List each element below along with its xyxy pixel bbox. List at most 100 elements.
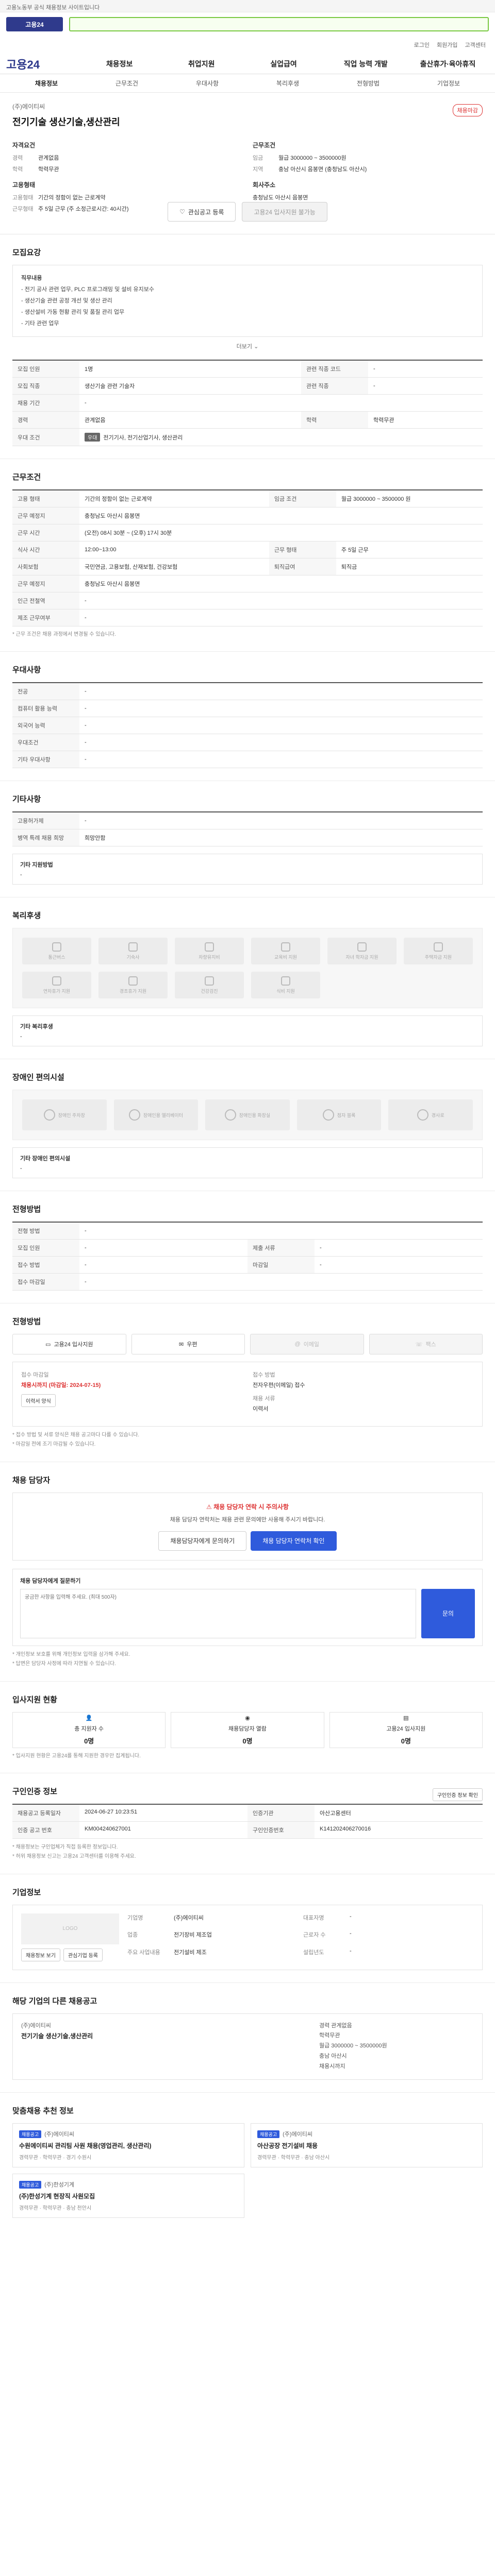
recommend-card[interactable]: 채용공고 (주)에이티씨 수원에이티씨 관리팀 사원 채용(영업관리, 생산관리)…: [12, 2123, 244, 2167]
recommend-card[interactable]: 채용공고 (주)에이티씨 아산공장 전기설비 채용 경력무관 · 학력무관 · 충…: [251, 2123, 483, 2167]
welfare-item: 식비 지원: [251, 972, 320, 998]
gnb-item-leave[interactable]: 출산휴가·육아휴직: [407, 59, 489, 69]
table-value: -: [79, 1239, 248, 1257]
recommend-title[interactable]: 아산공장 전기설비 채용: [257, 2141, 476, 2150]
verify-button[interactable]: 구인인증 정보 확인: [432, 1788, 483, 1801]
reg-cell: 채용공고 등록일자 2024-06-27 10:23:51: [12, 1804, 248, 1822]
summary-key: 근무형태: [12, 206, 34, 212]
resume-form-button[interactable]: 이력서 양식: [21, 1394, 56, 1407]
screening-section: 전형방법 전형 방법 - 모집 인원 - 제출 서류 - 접수 방법 - 마감일 - 접수 마…: [0, 1191, 495, 1303]
summary-heading: 회사주소: [253, 181, 276, 189]
table-row: 전형 방법 -: [12, 1222, 483, 1240]
method-label: 팩스: [425, 1342, 436, 1348]
section-title: 입사지원 현황: [12, 1695, 57, 1704]
section-title: 구인인증 정보: [12, 1787, 57, 1796]
tab-recruit[interactable]: 채용정보: [6, 79, 87, 88]
more-link[interactable]: 더보기 ⌄: [12, 342, 483, 350]
tab-welfare[interactable]: 복리후생: [248, 79, 328, 88]
table-key: 근무 예정지: [12, 507, 79, 524]
reg-cell: 인증기관 아산고용센터: [248, 1804, 483, 1822]
method-email[interactable]: @ 이메일: [250, 1334, 364, 1354]
method-mail[interactable]: ✉ 우편: [131, 1334, 245, 1354]
signup-link[interactable]: 회원가입: [437, 41, 457, 49]
table-key: 외국어 능력: [12, 717, 79, 734]
etc-welfare-box: 기타 복리후생 -: [12, 1015, 483, 1046]
recommend-title[interactable]: 수원에이티씨 관리팀 사원 채용(영업관리, 생산관리): [19, 2141, 238, 2150]
help-link[interactable]: 고객센터: [465, 41, 486, 49]
section-title: 전형방법: [12, 1205, 41, 1214]
gnb-brand[interactable]: 고용24: [6, 56, 78, 72]
more-label: 더보기: [236, 344, 253, 350]
method-fax[interactable]: ☏ 팩스: [369, 1334, 483, 1354]
disability-label: 경사로: [431, 1112, 444, 1118]
etc-value: -: [20, 1033, 22, 1040]
section-tabs: 채용정보 근무조건 우대사항 복리후생 전형방법 기업정보: [0, 74, 495, 93]
table-row: 근무 예정지 충청남도 아산시 음봉면: [12, 575, 483, 592]
table-key: 접수 방법: [12, 1256, 79, 1274]
related-title[interactable]: 전기기술 생산기술,생산관리: [21, 2031, 93, 2040]
search-input[interactable]: [69, 17, 489, 31]
company-value: -: [350, 1913, 352, 1920]
table-key: 컴퓨터 활용 능력: [12, 700, 79, 717]
related-job-card[interactable]: (주)에이티씨 전기기술 생산기술,생산관리 경력 관계없음 학력무관 월급 3…: [12, 2013, 483, 2080]
table-key: 접수 마감일: [12, 1273, 79, 1291]
recommend-title[interactable]: (주)한성기계 현장직 사원모집: [19, 2192, 238, 2200]
company-buttons: 채용정보 보기 관심기업 등록: [21, 1948, 119, 1961]
gnb-item-training[interactable]: 직업 능력 개발: [325, 59, 407, 69]
table-value: 관계없음: [79, 411, 302, 429]
tab-conditions[interactable]: 근무조건: [87, 79, 167, 88]
related-meta: 경력 관계없음 학력무관 월급 3000000 ~ 3500000원 충남 아산…: [319, 2021, 474, 2072]
gnb-item-jobs[interactable]: 채용정보: [78, 59, 160, 69]
tab-screening[interactable]: 전형방법: [328, 79, 408, 88]
preferred-tag: 우대: [85, 433, 101, 442]
contact-section: 채용 담당자 ⚠ 채용 담당자 연락 시 주의사항 채용 담당자 연락처는 채용…: [0, 1462, 495, 1682]
summary-row: 충청남도 아산시 음봉면: [253, 193, 483, 201]
related-meta-item: 충남 아산시: [319, 2053, 347, 2060]
table-key: 모집 인원: [12, 360, 79, 378]
job-title: 전기기술 생산기술,생산관리: [12, 117, 120, 127]
disability-label: 장애인 주차장: [58, 1112, 85, 1118]
extra-section: 기타사항 고용허가제 - 병역 특례 채용 희망 희망안함 기타 지원방법 -: [0, 781, 495, 897]
company-jobs-button[interactable]: 채용정보 보기: [21, 1948, 60, 1961]
apply-docs-value: 이력서: [253, 1406, 269, 1412]
related-meta-item: 경력 관계없음: [319, 2022, 352, 2029]
login-link[interactable]: 로그인: [414, 41, 430, 49]
summary-row: 근무형태 주 5일 근무 (주 소정근로시간: 40시간): [12, 205, 242, 213]
gnb-item-support[interactable]: 취업지원: [160, 59, 242, 69]
inquiry-input[interactable]: [20, 1588, 416, 1638]
gnb-item-benefits[interactable]: 실업급여: [242, 59, 324, 69]
table-key: 제조 근무여부: [12, 609, 79, 626]
table-value: -: [79, 609, 483, 626]
tab-preferences[interactable]: 우대사항: [167, 79, 248, 88]
summary-value: 주 5일 근무 (주 소정근로시간: 40시간): [38, 206, 129, 212]
method-online[interactable]: ▭ 고용24 입사지원: [12, 1334, 126, 1354]
job-summary: 자격요건 경력 관계없음 학력 학력무관 고용형태 고용형태 기간의 정함이 없는 근…: [12, 141, 483, 216]
summary-row: 경력 관계없음: [12, 154, 242, 162]
job-header: (주)에이티씨 전기기술 생산기술,생산관리 채용마감 자격요건 경력 관계없음 …: [0, 93, 495, 212]
conditions-table: 모집 인원 1명 관련 직종 코드 - 모집 직종 생산기술 관련 기술자 관련 직종 - …: [12, 360, 483, 446]
work-section: 근무조건 고용 형태 기간의 정함이 없는 근로계약 임금 조건 월급 3000000…: [0, 459, 495, 652]
follow-company-button[interactable]: 관심기업 등록: [63, 1948, 103, 1961]
table-row: 식사 시간 12:00~13:00 근무 형태 주 5일 근무: [12, 541, 483, 558]
etc-title: 기타 지원방법: [20, 862, 53, 868]
show-contact-button[interactable]: 채용 담당자 연락처 확인: [251, 1531, 337, 1551]
duty-line: 직무내용: [21, 275, 42, 281]
apply-method-col: 접수 방법 전자우편(이메일) 접수 채용 서류 이력서: [253, 1370, 474, 1418]
site-logo[interactable]: 고용24: [6, 17, 63, 31]
table-key: 전공: [12, 683, 79, 700]
home-icon: [128, 942, 138, 952]
table-key: 채용 기간: [12, 394, 79, 412]
welfare-label: 연차휴가 지원: [43, 988, 71, 994]
table-row: 제조 근무여부 -: [12, 609, 483, 626]
table-value: -: [79, 592, 483, 609]
inquiry-submit-button[interactable]: 문의: [421, 1588, 475, 1638]
tab-company[interactable]: 기업정보: [408, 79, 489, 88]
ask-recruiter-button[interactable]: 채용담당자에게 문의하기: [158, 1531, 247, 1551]
table-value: -: [79, 812, 483, 829]
stat-label: 채용담당자 열람: [228, 1725, 267, 1732]
related-meta-item: 학력무관: [319, 2032, 340, 2039]
company-name[interactable]: (주)에이티씨: [12, 102, 483, 111]
disability-item: 장애인용 엘리베이터: [113, 1099, 199, 1130]
recommend-card[interactable]: 채용공고 (주)한성기계 (주)한성기계 현장직 사원모집 경력무관 · 학력무관…: [12, 2173, 244, 2218]
apply-deadline: 채용시까지 (마감일: 2024-07-15): [21, 1382, 101, 1388]
